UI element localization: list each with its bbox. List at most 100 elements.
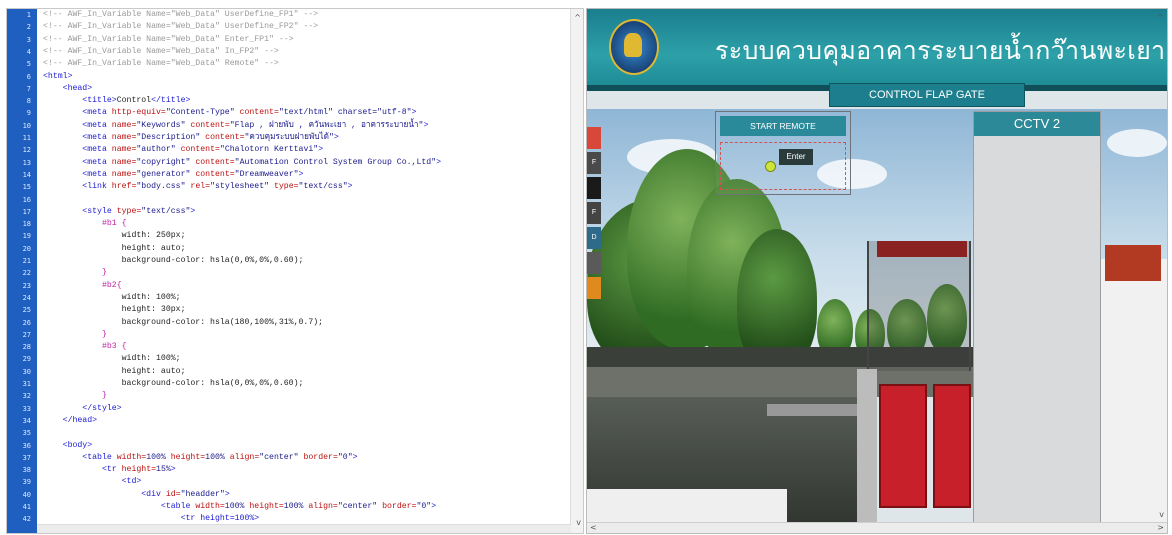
control-flap-gate-button[interactable]: CONTROL FLAP GATE bbox=[829, 83, 1025, 107]
line-number: 37 bbox=[22, 453, 31, 462]
code-token: <div bbox=[43, 489, 166, 499]
emblem-core bbox=[624, 33, 642, 57]
side-toolbar-button[interactable]: F bbox=[587, 152, 601, 174]
code-line[interactable]: <head> bbox=[43, 83, 93, 94]
code-token: type= bbox=[116, 206, 142, 216]
code-line[interactable]: <!-- AWF_In_Variable Name="Web_Data" Use… bbox=[43, 9, 318, 20]
code-line[interactable]: <!-- AWF_In_Variable Name="Web_Data" Rem… bbox=[43, 58, 279, 69]
code-token: "Automation Control System Group Co.,Ltd… bbox=[234, 157, 437, 167]
line-number: 41 bbox=[22, 503, 31, 511]
preview-horizontal-scrollbar[interactable]: < > bbox=[587, 522, 1167, 533]
code-line[interactable]: <title>Control</title> bbox=[43, 95, 190, 106]
code-line[interactable]: <meta name="Description" content="ควบคุม… bbox=[43, 132, 339, 143]
code-line[interactable]: } bbox=[43, 329, 107, 340]
code-token: height: auto; bbox=[43, 366, 186, 376]
code-line[interactable]: #b1 { bbox=[43, 218, 127, 229]
code-line[interactable]: <meta name="generator" content="Dreamwea… bbox=[43, 169, 303, 180]
code-line[interactable]: background-color: hsla(0,0%,0%,0.60); bbox=[43, 378, 304, 389]
line-number: 23 bbox=[22, 281, 31, 290]
code-line[interactable]: <!-- AWF_In_Variable Name="Web_Data" In_… bbox=[43, 46, 279, 57]
side-toolbar-button[interactable] bbox=[587, 277, 601, 299]
line-number: 2 bbox=[26, 23, 31, 32]
code-line[interactable]: </head> bbox=[43, 415, 97, 426]
code-line[interactable]: <tr height=15%> bbox=[43, 464, 176, 475]
code-token: "Chalotorn Kerttavi" bbox=[219, 145, 319, 155]
code-line[interactable]: <!-- AWF_In_Variable Name="Web_Data" Use… bbox=[43, 21, 318, 32]
side-toolbar-button[interactable]: F bbox=[587, 202, 601, 224]
code-line[interactable]: <body> bbox=[43, 440, 93, 451]
code-line[interactable]: <table width=100% height=100% align="cen… bbox=[43, 501, 436, 512]
code-line[interactable]: <meta http-equiv="Content-Type" content=… bbox=[43, 107, 416, 118]
side-toolbar-button[interactable] bbox=[587, 177, 601, 199]
flap-gate-panel bbox=[933, 384, 971, 508]
scroll-down-icon[interactable]: v bbox=[576, 518, 581, 527]
code-line[interactable]: <meta name="copyright" content="Automati… bbox=[43, 157, 441, 168]
code-line[interactable]: width: 100%; bbox=[43, 353, 181, 364]
line-number: 14 bbox=[22, 170, 31, 179]
code-line[interactable]: background-color: hsla(0,0%,0%,0.60); bbox=[43, 255, 304, 266]
code-token: "Keywords" bbox=[136, 120, 191, 130]
code-token: > bbox=[431, 502, 437, 511]
code-area[interactable]: <!-- AWF_In_Variable Name="Web_Data" Use… bbox=[43, 9, 567, 533]
scroll-up-icon[interactable]: ^ bbox=[574, 13, 581, 22]
code-line[interactable]: <div id="headder"> bbox=[43, 489, 230, 500]
side-toolbar-button[interactable] bbox=[587, 252, 601, 274]
code-token: width= bbox=[195, 502, 225, 511]
editor-vertical-scrollbar[interactable]: ^ v bbox=[570, 9, 583, 533]
line-number: 38 bbox=[22, 466, 31, 475]
scroll-up-icon[interactable]: ^ bbox=[1157, 13, 1164, 22]
code-line[interactable]: <meta name="Keywords" content="Flap , ฝา… bbox=[43, 120, 428, 131]
scroll-left-icon[interactable]: < bbox=[590, 523, 597, 532]
code-line[interactable]: width: 100%; bbox=[43, 292, 181, 303]
line-number: 39 bbox=[22, 478, 31, 487]
page-header-banner: ระบบควบคุมอาคารระบายน้ำกว๊านพะเยา bbox=[587, 9, 1167, 85]
code-line[interactable]: #b3 { bbox=[43, 341, 127, 352]
code-line[interactable]: } bbox=[43, 390, 107, 401]
code-line[interactable]: <td> bbox=[43, 476, 142, 487]
code-token: height= bbox=[121, 465, 157, 475]
code-line[interactable]: <meta name="author" content="Chalotorn K… bbox=[43, 144, 323, 155]
code-token: > bbox=[224, 489, 230, 499]
code-line[interactable]: height: 30px; bbox=[43, 304, 186, 315]
code-line[interactable]: <tr height=100%> bbox=[43, 513, 260, 524]
line-number: 22 bbox=[22, 269, 31, 278]
editor-horizontal-scrollbar[interactable] bbox=[37, 524, 571, 533]
code-token: "author" bbox=[136, 145, 181, 155]
scroll-down-icon[interactable]: v bbox=[1159, 510, 1164, 519]
code-token: "Content-Type" bbox=[165, 108, 240, 118]
code-token: > bbox=[298, 169, 304, 179]
code-line[interactable]: width: 250px; bbox=[43, 230, 186, 241]
code-line[interactable]: #b2{ bbox=[43, 280, 122, 291]
code-line[interactable]: <table width=100% height=100% align="cen… bbox=[43, 452, 357, 463]
code-line[interactable]: background-color: hsla(180,100%,31%,0.7)… bbox=[43, 317, 323, 328]
line-number: 42 bbox=[22, 515, 31, 524]
code-editor[interactable]: 1 2 3 4 5 6 7 8 9 10 11 12 13 14 15 16 17 18 19 20 21 22 23 24 2… bbox=[6, 8, 584, 534]
line-number: 30 bbox=[22, 367, 31, 376]
code-token: background-color: hsla(180,100%,31%,0.7)… bbox=[43, 317, 324, 327]
code-line[interactable]: <style type="text/css"> bbox=[43, 206, 195, 217]
side-toolbar-button[interactable]: D bbox=[587, 227, 601, 249]
code-line[interactable]: </style> bbox=[43, 403, 121, 414]
line-number: 20 bbox=[22, 244, 31, 253]
side-toolbar[interactable]: FFD bbox=[587, 127, 603, 307]
scroll-right-icon[interactable]: > bbox=[1157, 523, 1164, 532]
code-token: width: 250px; bbox=[43, 231, 186, 241]
code-token: name= bbox=[111, 145, 137, 155]
enter-button[interactable]: Enter bbox=[779, 149, 813, 165]
code-token: 15% bbox=[156, 465, 171, 475]
code-token: "Description" bbox=[136, 133, 206, 142]
code-line[interactable]: height: auto; bbox=[43, 366, 186, 377]
cctv-title[interactable]: CCTV 2 bbox=[974, 112, 1100, 136]
start-remote-button[interactable]: START REMOTE bbox=[720, 116, 846, 136]
code-line[interactable]: } bbox=[43, 267, 107, 278]
code-token: } bbox=[43, 268, 107, 278]
line-number: 34 bbox=[22, 416, 31, 425]
side-toolbar-button[interactable] bbox=[587, 127, 601, 149]
code-line[interactable]: <link href="body.css" rel="stylesheet" t… bbox=[43, 181, 352, 192]
code-line[interactable]: height: auto; bbox=[43, 243, 186, 254]
line-number: 9 bbox=[26, 109, 31, 118]
code-line[interactable]: <!-- AWF_In_Variable Name="Web_Data" Ent… bbox=[43, 34, 294, 45]
code-token: width: 100%; bbox=[43, 292, 181, 302]
cctv-panel[interactable]: CCTV 2 bbox=[973, 111, 1101, 533]
code-line[interactable]: <html> bbox=[43, 71, 72, 82]
